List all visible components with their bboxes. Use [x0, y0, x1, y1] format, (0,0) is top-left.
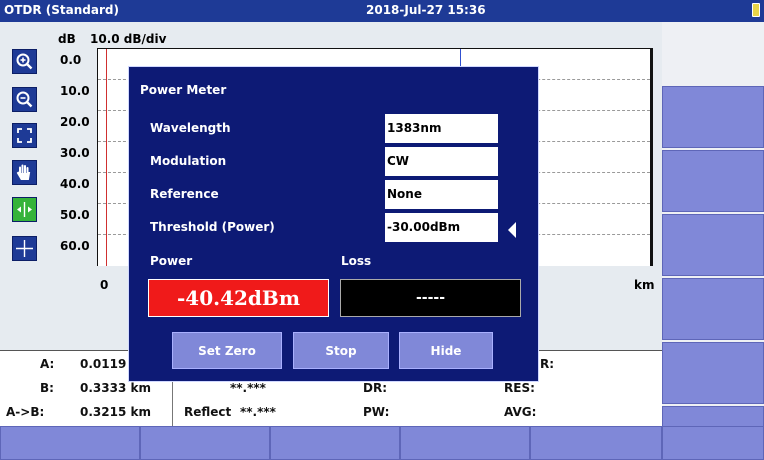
y-tick: 60.0 [60, 239, 90, 253]
marker-a-line[interactable] [106, 49, 107, 266]
soft-key-bottom-6[interactable] [662, 426, 764, 460]
zoom-in-button[interactable] [12, 49, 37, 74]
soft-key-right-1[interactable] [662, 86, 764, 148]
crosshair-button[interactable] [12, 236, 37, 261]
pw-label: PW: [363, 405, 390, 419]
wavelength-field[interactable]: 1383nm [385, 114, 498, 143]
y-tick: 10.0 [60, 84, 90, 98]
modulation-field[interactable]: CW [385, 147, 498, 176]
selection-arrow-icon [508, 222, 516, 238]
power-meter-dialog: Power Meter Wavelength 1383nm Modulation… [128, 66, 539, 382]
marker-a-label: A: [40, 357, 55, 371]
power-readout: -40.42dBm [148, 279, 329, 317]
reflect-label: Reflect [184, 405, 232, 419]
fit-to-screen-icon [17, 128, 32, 143]
zoom-in-icon [16, 53, 33, 70]
scale-label: 10.0 dB/div [90, 32, 167, 46]
modulation-label: Modulation [150, 154, 227, 168]
soft-key-right-3[interactable] [662, 214, 764, 276]
wavelength-label: Wavelength [150, 121, 231, 135]
threshold-label: Threshold (Power) [150, 220, 275, 234]
marker-a-value: 0.0119 [80, 357, 127, 371]
dr-label: DR: [363, 381, 387, 395]
marker-move-button[interactable] [12, 197, 37, 222]
soft-key-bottom-5[interactable] [530, 426, 662, 460]
fit-to-screen-button[interactable] [12, 123, 37, 148]
x-axis-start: 0 [100, 278, 109, 292]
loss-label: Loss [341, 254, 372, 268]
res-label: RES: [504, 381, 535, 395]
dialog-title: Power Meter [140, 83, 227, 97]
right-soft-keys [662, 22, 764, 428]
marker-move-icon [17, 202, 32, 217]
y-unit-label: dB [58, 32, 76, 46]
date-time: 2018-Jul-27 15:36 [366, 3, 486, 17]
x-axis-unit: km [634, 278, 655, 292]
marker-b-label: B: [40, 381, 54, 395]
power-label: Power [150, 254, 193, 268]
y-tick: 20.0 [60, 115, 90, 129]
avg-label: AVG: [504, 405, 537, 419]
soft-key-right-2[interactable] [662, 150, 764, 212]
battery-icon [752, 3, 760, 17]
y-tick: 30.0 [60, 146, 90, 160]
y-tick: 40.0 [60, 177, 90, 191]
r-label: R: [540, 357, 555, 371]
soft-key-right-5[interactable] [662, 342, 764, 404]
threshold-field[interactable]: -30.00dBm [385, 213, 498, 242]
y-tick: 50.0 [60, 208, 90, 222]
reflect-value: **.*** [240, 405, 276, 419]
loss-readout-box: ----- [340, 279, 521, 317]
soft-key-bottom-1[interactable] [0, 426, 140, 460]
a-to-b-value: 0.3215 km [80, 405, 151, 419]
a-to-b-label: A->B: [6, 405, 45, 419]
title-bar: OTDR (Standard) 2018-Jul-27 15:36 [0, 0, 764, 22]
pan-button[interactable] [12, 160, 37, 185]
reference-field[interactable]: None [385, 180, 498, 209]
soft-key-bottom-3[interactable] [270, 426, 400, 460]
stop-button[interactable]: Stop [293, 332, 389, 369]
zoom-out-icon [16, 91, 33, 108]
hide-button[interactable]: Hide [399, 332, 493, 369]
soft-key-bottom-2[interactable] [140, 426, 270, 460]
zoom-out-button[interactable] [12, 87, 37, 112]
set-zero-button[interactable]: Set Zero [172, 332, 282, 369]
soft-key-right-6[interactable] [662, 406, 764, 428]
y-tick: 0.0 [60, 53, 82, 67]
soft-key-bottom-4[interactable] [400, 426, 530, 460]
bottom-soft-keys [0, 426, 764, 460]
pan-hand-icon [16, 164, 31, 180]
marker-b-value: 0.3333 km [80, 381, 151, 395]
soft-key-right-4[interactable] [662, 278, 764, 340]
crosshair-icon [16, 240, 33, 257]
reference-label: Reference [150, 187, 219, 201]
loss-readout: **.*** [230, 381, 266, 395]
app-title: OTDR (Standard) [4, 3, 119, 17]
